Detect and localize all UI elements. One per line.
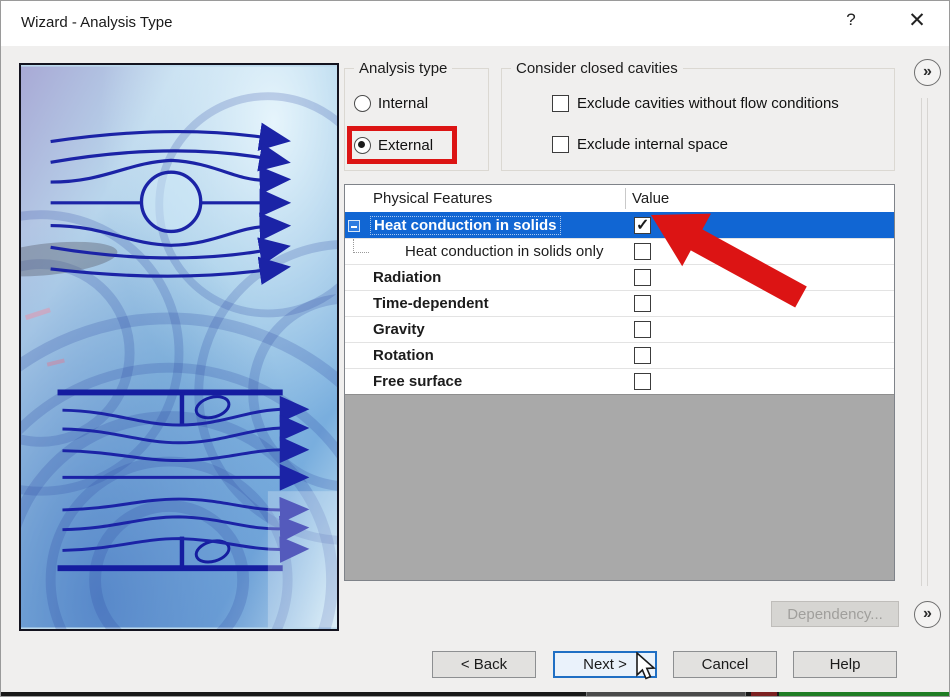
dialog-title: Wizard - Analysis Type: [21, 14, 172, 31]
row-label: Radiation: [373, 269, 441, 286]
table-row-rotation[interactable]: Rotation: [345, 342, 894, 368]
title-bar: Wizard - Analysis Type ? ✕: [1, 1, 949, 46]
background-strip-green: [779, 692, 950, 697]
background-app-strip: [1, 692, 950, 697]
exclude-cavities-label: Exclude cavities without flow conditions: [577, 95, 839, 112]
closed-cavities-legend: Consider closed cavities: [511, 60, 683, 77]
row-checkbox[interactable]: [634, 295, 651, 312]
table-empty-area: [345, 394, 894, 580]
row-label: Rotation: [373, 347, 434, 364]
back-button[interactable]: < Back: [432, 651, 536, 678]
exclude-internal-space-checkbox[interactable]: [552, 136, 569, 153]
wizard-dialog: Wizard - Analysis Type ? ✕: [0, 0, 950, 697]
row-checkbox[interactable]: [634, 217, 651, 234]
radio-internal-circle[interactable]: [354, 95, 371, 112]
radio-external-label: External: [378, 137, 433, 154]
column-divider: [625, 188, 626, 209]
background-strip-red: [751, 692, 777, 697]
exclude-cavities-checkbox[interactable]: [552, 95, 569, 112]
table-header: Physical Features Value: [345, 185, 894, 212]
expand-panel-top-button[interactable]: »: [914, 59, 941, 86]
analysis-type-group: Analysis type Internal External: [344, 68, 489, 171]
row-checkbox[interactable]: [634, 321, 651, 338]
row-label: Heat conduction in solids: [370, 216, 561, 235]
analysis-type-legend: Analysis type: [354, 60, 452, 77]
closed-cavities-group: Consider closed cavities Exclude cavitie…: [501, 68, 895, 171]
table-row-heat-conduction[interactable]: Heat conduction in solids: [345, 212, 894, 238]
radio-internal-label: Internal: [378, 95, 428, 112]
collapse-minus-icon[interactable]: [348, 220, 360, 232]
help-button[interactable]: Help: [793, 651, 897, 678]
background-strip-gray: [586, 692, 746, 697]
row-label: Gravity: [373, 321, 425, 338]
tree-connector-icon: [353, 239, 369, 253]
checkbox-exclude-internal-space[interactable]: Exclude internal space: [552, 134, 728, 154]
row-checkbox[interactable]: [634, 269, 651, 286]
radio-external-circle[interactable]: [354, 137, 371, 154]
row-label: Free surface: [373, 373, 462, 390]
physical-features-table: Physical Features Value Heat conduction …: [344, 184, 895, 581]
cancel-button[interactable]: Cancel: [673, 651, 777, 678]
table-row-free-surface[interactable]: Free surface: [345, 368, 894, 394]
flow-preview-image: [19, 63, 339, 631]
table-row-time-dependent[interactable]: Time-dependent: [345, 290, 894, 316]
close-icon[interactable]: ✕: [903, 8, 931, 38]
table-row-gravity[interactable]: Gravity: [345, 316, 894, 342]
panel-divider-track: [921, 98, 928, 586]
radio-internal[interactable]: Internal: [354, 93, 428, 113]
checkbox-exclude-cavities[interactable]: Exclude cavities without flow conditions: [552, 93, 839, 113]
table-row-radiation[interactable]: Radiation: [345, 264, 894, 290]
row-label: Heat conduction in solids only: [405, 243, 603, 260]
column-physical-features: Physical Features: [373, 190, 492, 207]
exclude-internal-space-label: Exclude internal space: [577, 136, 728, 153]
table-row-heat-conduction-only[interactable]: Heat conduction in solids only: [345, 238, 894, 264]
expand-panel-bottom-button[interactable]: »: [914, 601, 941, 628]
column-value: Value: [632, 190, 669, 207]
flow-diagram-graphic: [21, 65, 337, 629]
dependency-button[interactable]: Dependency...: [771, 601, 899, 627]
help-icon[interactable]: ?: [839, 10, 863, 36]
row-checkbox[interactable]: [634, 373, 651, 390]
row-label: Time-dependent: [373, 295, 489, 312]
radio-external[interactable]: External: [354, 135, 433, 155]
row-checkbox[interactable]: [634, 243, 651, 260]
row-checkbox[interactable]: [634, 347, 651, 364]
next-button[interactable]: Next >: [553, 651, 657, 678]
